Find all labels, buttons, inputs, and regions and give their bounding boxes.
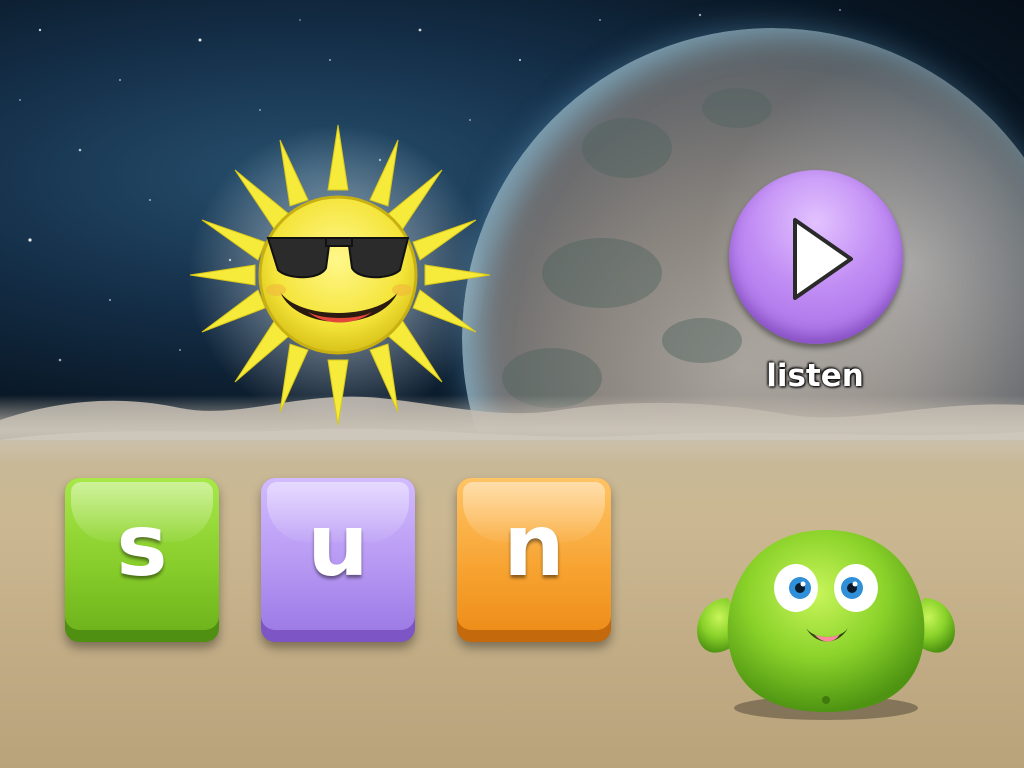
green-blob-mascot-icon[interactable] bbox=[688, 528, 964, 724]
listen-label: listen bbox=[766, 358, 864, 394]
horizon-haze bbox=[0, 395, 1024, 465]
letter-tile-n[interactable]: n bbox=[457, 478, 611, 642]
letter-tile-s[interactable]: s bbox=[65, 478, 219, 642]
letter-tile-u[interactable]: u bbox=[261, 478, 415, 642]
play-icon bbox=[793, 218, 853, 300]
letter-tile-label: u bbox=[307, 496, 369, 596]
letter-tile-label: n bbox=[503, 496, 565, 596]
game-scene: listen s u n bbox=[0, 0, 1024, 768]
sun-with-sunglasses-icon[interactable] bbox=[180, 120, 500, 430]
letter-tile-label: s bbox=[116, 496, 168, 596]
listen-play-button[interactable] bbox=[729, 170, 903, 344]
